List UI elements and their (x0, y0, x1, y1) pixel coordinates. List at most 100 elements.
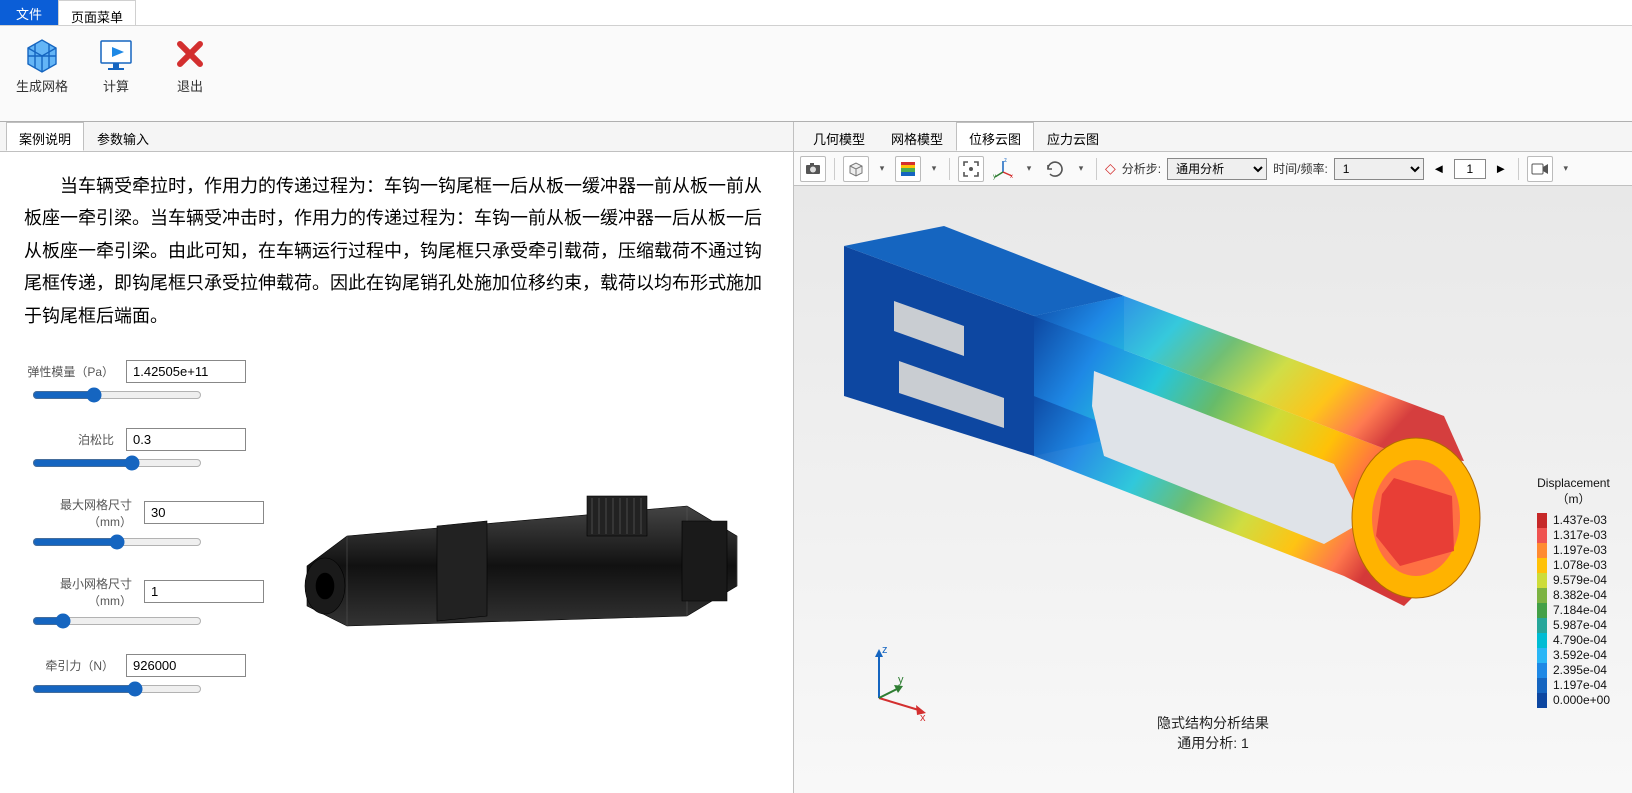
param-elastic-modulus: 弹性模量（Pa） (24, 360, 264, 406)
viewport-3d[interactable]: z x y 隐式结构分析结果 通用分析: 1 Displacement （m） … (794, 186, 1632, 793)
legend-entry: 1.197e-03 (1537, 543, 1610, 558)
parameter-list: 弹性模量（Pa） 泊松比 最大网格尺 (24, 360, 264, 722)
legend-value: 1.197e-03 (1553, 543, 1607, 558)
svg-text:z: z (882, 644, 888, 656)
min-mesh-slider[interactable] (32, 613, 202, 629)
dropdown-icon[interactable]: ▾ (1074, 163, 1088, 174)
legend-swatch (1537, 633, 1547, 648)
param-poisson: 泊松比 (24, 428, 264, 474)
legend-swatch (1537, 513, 1547, 528)
legend-swatch (1537, 573, 1547, 588)
dropdown-icon[interactable]: ▾ (1022, 163, 1036, 174)
legend-swatch (1537, 558, 1547, 573)
viewport-toolbar: ▾ ▾ zxy ▾ ▾ ◇ (794, 152, 1632, 186)
menu-page[interactable]: 页面菜单 (58, 0, 136, 25)
legend-value: 2.395e-04 (1553, 663, 1607, 678)
prev-frame-icon[interactable]: ◄ (1430, 156, 1448, 182)
svg-text:y: y (898, 674, 904, 686)
main-area: 案例说明 参数输入 当车辆受牵拉时，作用力的传递过程为：车钩一钩尾框一后从板一缓… (0, 122, 1632, 793)
svg-text:z: z (1004, 158, 1007, 164)
time-freq-label: 时间/频率: (1273, 160, 1328, 177)
legend-entry: 4.790e-04 (1537, 633, 1610, 648)
dropdown-icon[interactable]: ▾ (927, 163, 941, 174)
frame-input[interactable] (1454, 159, 1486, 179)
record-icon[interactable] (1527, 156, 1553, 182)
legend-swatch (1537, 678, 1547, 693)
right-tabs: 几何模型 网格模型 位移云图 应力云图 (794, 122, 1632, 152)
legend-value: 5.987e-04 (1553, 618, 1607, 633)
compute-label: 计算 (103, 76, 129, 95)
legend-title: Displacement （m） (1537, 476, 1610, 507)
traction-input[interactable] (126, 654, 246, 677)
legend-swatch (1537, 603, 1547, 618)
right-pane: 几何模型 网格模型 位移云图 应力云图 ▾ ▾ (794, 122, 1632, 793)
legend-entry: 9.579e-04 (1537, 573, 1610, 588)
axis-triad: z x y (854, 643, 934, 723)
generate-mesh-label: 生成网格 (16, 76, 68, 95)
fit-view-icon[interactable] (958, 156, 984, 182)
legend-swatch (1537, 693, 1547, 708)
menu-file[interactable]: 文件 (0, 0, 58, 25)
menu-bar: 文件 页面菜单 (0, 0, 1632, 26)
dropdown-icon[interactable]: ▾ (875, 163, 889, 174)
legend-entry: 2.395e-04 (1537, 663, 1610, 678)
part-illustration (264, 360, 769, 722)
tab-stress[interactable]: 应力云图 (1034, 122, 1112, 151)
legend-entry: 1.437e-03 (1537, 513, 1610, 528)
parameter-area: 弹性模量（Pa） 泊松比 最大网格尺 (24, 360, 769, 722)
min-mesh-input[interactable] (144, 580, 264, 603)
legend-value: 9.579e-04 (1553, 573, 1607, 588)
param-label: 最小网格尺寸（mm） (24, 575, 138, 609)
legend-value: 1.197e-04 (1553, 678, 1607, 693)
legend-entry: 8.382e-04 (1537, 588, 1610, 603)
description-text: 当车辆受牵拉时，作用力的传递过程为：车钩一钩尾框一后从板一缓冲器一前从板一前从板… (24, 170, 769, 332)
tab-param-input[interactable]: 参数输入 (84, 122, 162, 151)
legend-value: 7.184e-04 (1553, 603, 1607, 618)
legend-swatch (1537, 648, 1547, 663)
axis-icon[interactable]: zxy (990, 156, 1016, 182)
exit-button[interactable]: 退出 (162, 34, 218, 115)
play-icon (96, 34, 136, 74)
param-traction: 牵引力（N） (24, 654, 264, 700)
elastic-modulus-input[interactable] (126, 360, 246, 383)
compute-button[interactable]: 计算 (88, 34, 144, 115)
contour-icon[interactable] (895, 156, 921, 182)
poisson-input[interactable] (126, 428, 246, 451)
param-min-mesh: 最小网格尺寸（mm） (24, 575, 264, 632)
time-freq-select[interactable]: 1 (1334, 158, 1424, 180)
result-title: 隐式结构分析结果 (1157, 713, 1269, 733)
generate-mesh-button[interactable]: 生成网格 (14, 34, 70, 115)
dropdown-icon[interactable]: ▾ (1559, 163, 1573, 174)
legend-value: 1.078e-03 (1553, 558, 1607, 573)
elastic-modulus-slider[interactable] (32, 387, 202, 403)
ribbon-toolbar: 生成网格 计算 退出 (0, 26, 1632, 122)
param-label: 泊松比 (24, 431, 120, 448)
max-mesh-slider[interactable] (32, 534, 202, 550)
camera-icon[interactable] (800, 156, 826, 182)
analysis-step-label: 分析步: (1122, 160, 1161, 177)
close-icon (170, 34, 210, 74)
left-tabs: 案例说明 参数输入 (0, 122, 793, 152)
legend-entry: 7.184e-04 (1537, 603, 1610, 618)
tab-geometry[interactable]: 几何模型 (800, 122, 878, 151)
tab-case-desc[interactable]: 案例说明 (6, 122, 84, 151)
cube-view-icon[interactable] (843, 156, 869, 182)
left-pane: 案例说明 参数输入 当车辆受牵拉时，作用力的传递过程为：车钩一钩尾框一后从板一缓… (0, 122, 794, 793)
left-content: 当车辆受牵拉时，作用力的传递过程为：车钩一钩尾框一后从板一缓冲器一前从板一前从板… (0, 152, 793, 793)
analysis-step-select[interactable]: 通用分析 (1167, 158, 1267, 180)
svg-text:x: x (1010, 174, 1013, 180)
tab-displacement[interactable]: 位移云图 (956, 122, 1034, 151)
result-caption: 隐式结构分析结果 通用分析: 1 (1157, 713, 1269, 753)
poisson-slider[interactable] (32, 455, 202, 471)
legend-swatch (1537, 528, 1547, 543)
legend-value: 3.592e-04 (1553, 648, 1607, 663)
mesh-icon (22, 34, 62, 74)
rotate-icon[interactable] (1042, 156, 1068, 182)
next-frame-icon[interactable]: ► (1492, 156, 1510, 182)
param-label: 牵引力（N） (24, 657, 120, 674)
param-label: 最大网格尺寸（mm） (24, 496, 138, 530)
max-mesh-input[interactable] (144, 501, 264, 524)
traction-slider[interactable] (32, 681, 202, 697)
tab-mesh-model[interactable]: 网格模型 (878, 122, 956, 151)
legend-entry: 3.592e-04 (1537, 648, 1610, 663)
